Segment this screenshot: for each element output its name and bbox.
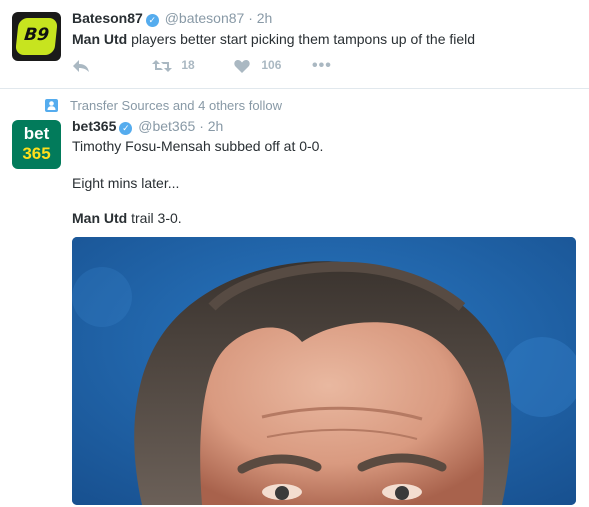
- tweet-photo[interactable]: [72, 237, 576, 505]
- tweet-text: Man Utd players better start picking the…: [72, 31, 475, 47]
- tweet-header: bet365 ✓ @bet365 · 2h: [72, 118, 223, 135]
- user-name[interactable]: bet365: [72, 118, 116, 134]
- heart-icon: [234, 59, 250, 73]
- avatar[interactable]: B9: [12, 12, 61, 61]
- reply-button[interactable]: [72, 58, 90, 74]
- avatar-logo-text: B9: [23, 25, 51, 45]
- more-dots-icon: •••: [312, 57, 332, 74]
- tweet-text-bold: Man Utd: [72, 31, 128, 47]
- separator-dot: ·: [199, 118, 204, 134]
- user-name[interactable]: Bateson87: [72, 10, 143, 26]
- tweet-text-rest: players better start picking them tampon…: [127, 31, 476, 47]
- tweet-text-line-3: Man Utd trail 3-0.: [72, 210, 182, 226]
- social-context[interactable]: Transfer Sources and 4 others follow: [45, 98, 282, 113]
- tweet-text-bold: Man Utd: [72, 210, 128, 226]
- verified-icon: ✓: [145, 14, 159, 27]
- verified-icon: ✓: [119, 122, 133, 135]
- timestamp[interactable]: 2h: [257, 10, 273, 26]
- retweet-button[interactable]: 18: [152, 58, 195, 73]
- user-handle[interactable]: @bateson87: [165, 10, 245, 26]
- more-button[interactable]: •••: [312, 57, 332, 75]
- like-count: 106: [261, 58, 282, 72]
- separator-dot: ·: [248, 10, 253, 26]
- like-button[interactable]: 106: [234, 58, 281, 73]
- tweet-text-line-1: Timothy Fosu-Mensah subbed off at 0-0.: [72, 138, 324, 154]
- tweet-text-line-2: Eight mins later...: [72, 175, 180, 191]
- photo-man-face: [72, 237, 576, 505]
- person-icon: [45, 99, 58, 112]
- avatar-logo-top: bet: [23, 124, 50, 143]
- tweet-header: Bateson87 ✓ @bateson87 · 2h: [72, 10, 272, 27]
- retweet-count: 18: [181, 58, 195, 72]
- tweet-text-rest: trail 3-0.: [127, 210, 182, 226]
- user-handle[interactable]: @bet365: [138, 118, 195, 134]
- social-context-text: Transfer Sources and 4 others follow: [70, 98, 282, 113]
- avatar[interactable]: bet 365: [12, 120, 61, 169]
- tweet-actions: 18 106 •••: [72, 57, 372, 76]
- reply-icon: [73, 60, 89, 72]
- tweet-bateson87[interactable]: B9 Bateson87 ✓ @bateson87 · 2h Man Utd pl…: [0, 0, 589, 89]
- timestamp[interactable]: 2h: [208, 118, 224, 134]
- retweet-icon: [152, 59, 172, 72]
- avatar-logo-bottom: 365: [22, 144, 51, 163]
